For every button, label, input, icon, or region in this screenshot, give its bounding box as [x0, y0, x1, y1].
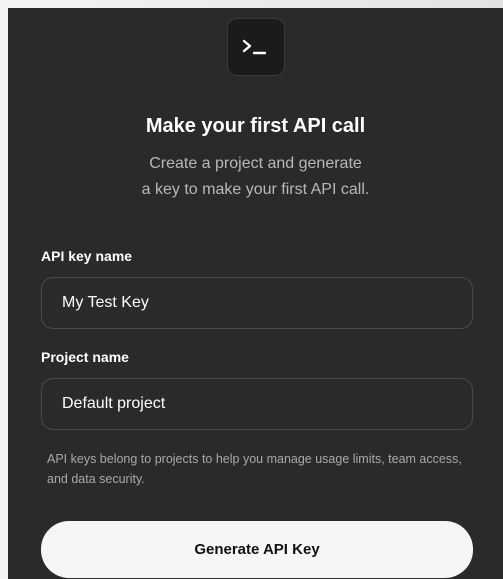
dialog-subtitle: Create a project and generate a key to m… [8, 151, 503, 203]
generate-api-key-button[interactable]: Generate API Key [41, 521, 473, 578]
subtitle-line-1: Create a project and generate [149, 155, 362, 172]
create-api-key-dialog: Make your first API call Create a projec… [8, 8, 503, 579]
help-text: API keys belong to projects to help you … [47, 452, 462, 486]
api-key-name-input[interactable]: My Test Key [41, 277, 473, 329]
subtitle-line-2: a key to make your first API call. [141, 181, 370, 198]
dialog-title: Make your first API call [145, 115, 366, 137]
terminal-icon [227, 18, 285, 76]
project-name-input[interactable]: Default project [41, 378, 473, 430]
project-name-label: Project name [41, 349, 129, 365]
api-key-name-label: API key name [41, 248, 133, 264]
